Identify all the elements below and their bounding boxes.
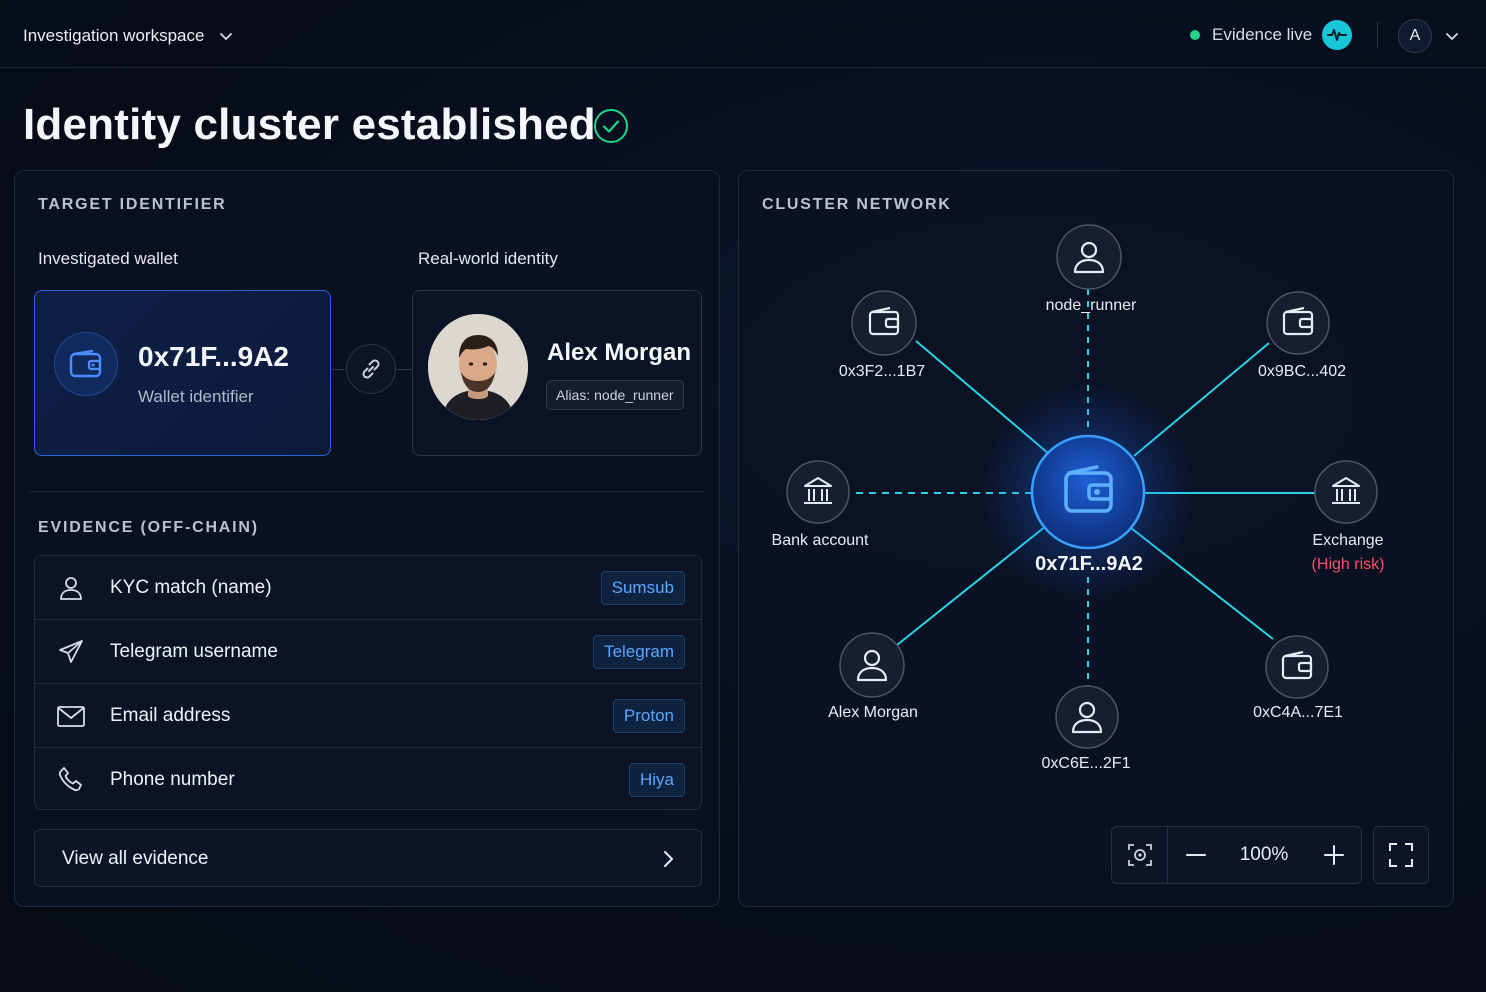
identity-heading: Real-world identity [418, 249, 558, 268]
node-exchange[interactable] [1314, 460, 1378, 524]
fullscreen-button[interactable] [1373, 826, 1429, 884]
evidence-source-badge: Sumsub [600, 571, 685, 605]
app-root: Investigation workspace Evidence live A … [0, 0, 1486, 992]
evidence-label: Phone number [110, 769, 235, 790]
alias-tag: Alias: node_runner [546, 380, 684, 410]
evidence-list: KYC match (name) Sumsub Telegram usernam… [34, 555, 702, 810]
identity-card[interactable]: Alex Morgan Alias: node_runner [412, 290, 702, 456]
workspace-selector[interactable]: Investigation workspace [23, 22, 234, 50]
node-bank-account[interactable] [786, 460, 850, 524]
node-label-0x9bc: 0x9BC...402 [1257, 363, 1347, 380]
avatar[interactable]: A [1398, 19, 1432, 53]
view-all-evidence-button[interactable]: View all evidence [34, 829, 702, 887]
evidence-live-status: Evidence live [1190, 18, 1353, 52]
node-label-exchange: Exchange [1312, 532, 1384, 549]
node-label-alex: Alex Morgan [828, 704, 918, 721]
node-label-0xc4a: 0xC4A...7E1 [1253, 704, 1343, 721]
node-0xc6e[interactable] [1055, 685, 1119, 749]
check-circle-icon [594, 109, 628, 143]
wallet-subtitle: Wallet identifier [138, 387, 254, 406]
evidence-row-email[interactable]: Email address Proton [35, 684, 701, 748]
view-all-label: View all evidence [62, 848, 209, 869]
header-divider [1377, 22, 1378, 48]
node-risk-label: (High risk) [1311, 556, 1385, 573]
evidence-row-phone[interactable]: Phone number Hiya [35, 748, 701, 812]
wallet-card[interactable]: 0x71F...9A2 Wallet identifier [34, 290, 331, 456]
user-icon [60, 577, 82, 600]
node-label-bank: Bank account [771, 532, 869, 549]
account-chevron-down-icon[interactable] [1444, 28, 1460, 44]
target-section-label: TARGET IDENTIFIER [38, 196, 227, 213]
evidence-source-badge: Proton [612, 699, 685, 733]
chevron-down-icon [220, 33, 233, 40]
person-name: Alex Morgan [547, 339, 692, 366]
zoom-level: 100% [1224, 827, 1304, 883]
node-alex-morgan[interactable] [839, 632, 905, 698]
plus-icon [1324, 845, 1344, 865]
evidence-source-badge: Telegram [593, 635, 685, 669]
zoom-value: 100% [1239, 844, 1289, 865]
wallet-address: 0x71F...9A2 [138, 341, 289, 372]
zoom-controls: 100% [1111, 826, 1362, 884]
status-label: Evidence live [1212, 25, 1313, 44]
chevron-right-icon [664, 851, 673, 867]
center-node-label: 0x71F...9A2 [1035, 553, 1143, 575]
evidence-row-kyc[interactable]: KYC match (name) Sumsub [35, 556, 701, 620]
pulse-icon [1327, 29, 1348, 41]
wallet-icon [54, 332, 118, 396]
node-0xc4a[interactable] [1265, 635, 1329, 699]
evidence-section-label: EVIDENCE (OFF-CHAIN) [38, 519, 259, 536]
focus-button[interactable] [1112, 827, 1167, 883]
page-title: Identity cluster established [23, 100, 596, 149]
wallet-heading: Investigated wallet [38, 249, 178, 268]
evidence-source-badge: Hiya [628, 763, 685, 797]
evidence-row-telegram[interactable]: Telegram username Telegram [35, 620, 701, 684]
cluster-network-panel: CLUSTER NETWORK node_runner 0x3F2...1B7 … [738, 170, 1454, 907]
evidence-label: Telegram username [110, 641, 278, 662]
node-label-0xc6e: 0xC6E...2F1 [1041, 755, 1131, 772]
target-panel: TARGET IDENTIFIER Investigated wallet Re… [14, 170, 720, 907]
mail-icon [57, 706, 85, 727]
fullscreen-icon [1389, 843, 1413, 867]
evidence-label: KYC match (name) [110, 577, 272, 598]
top-bar: Investigation workspace Evidence live A [0, 0, 1486, 68]
zoom-out-button[interactable] [1168, 827, 1224, 883]
minus-icon [1186, 854, 1206, 856]
node-label-node-runner: node_runner [1045, 297, 1137, 314]
evidence-label: Email address [110, 705, 231, 726]
node-0x9bc[interactable] [1266, 291, 1330, 355]
workspace-label: Investigation workspace [23, 26, 205, 45]
focus-target-icon [1127, 844, 1152, 866]
zoom-in-button[interactable] [1306, 827, 1362, 883]
phone-icon [58, 767, 82, 792]
center-wallet-dot [1094, 489, 1100, 495]
node-label-0x3f2: 0x3F2...1B7 [838, 363, 926, 380]
link-icon [346, 344, 396, 394]
section-divider [29, 491, 705, 492]
activity-button[interactable] [1322, 20, 1353, 50]
live-dot-icon [1190, 30, 1200, 40]
node-node-runner[interactable] [1056, 224, 1122, 290]
person-photo [428, 314, 528, 420]
node-0x3f2[interactable] [851, 290, 917, 356]
send-icon [59, 640, 83, 663]
